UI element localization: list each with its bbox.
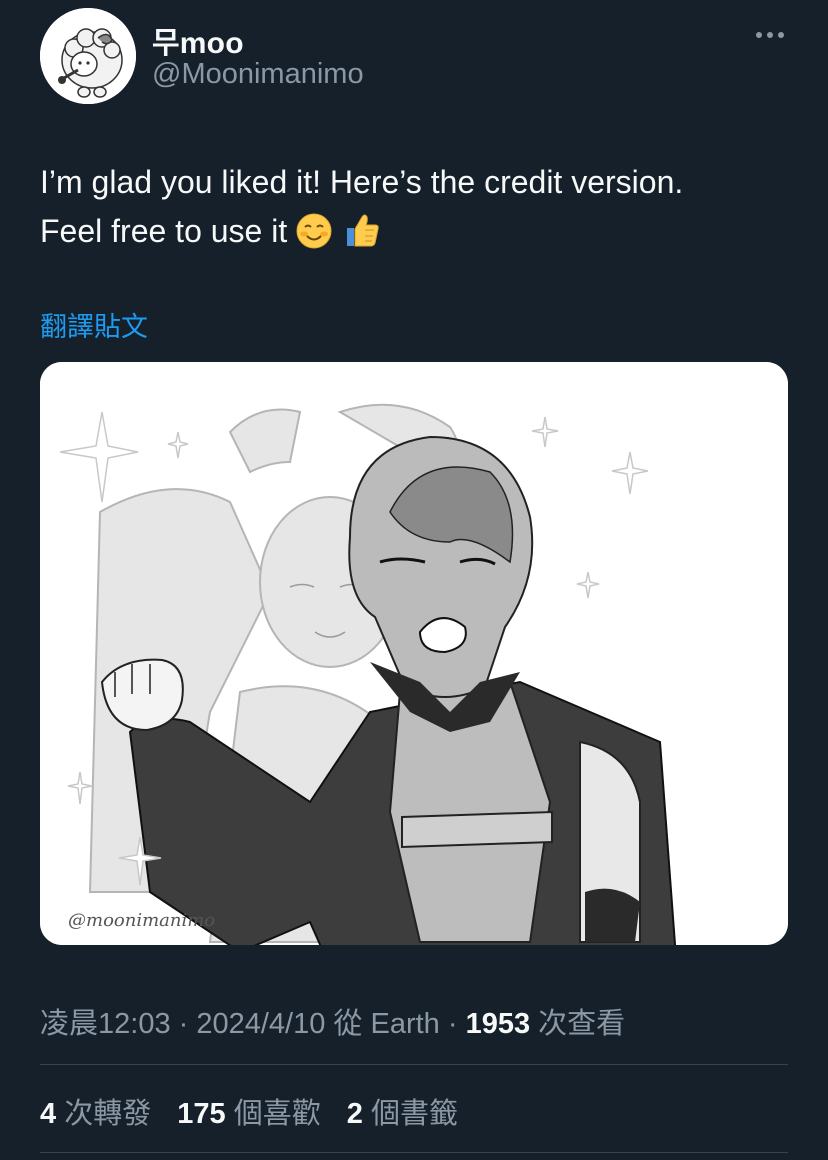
divider (40, 1152, 788, 1153)
likes-stat[interactable]: 175 個喜歡 (177, 1098, 320, 1130)
more-options-button[interactable] (750, 20, 790, 50)
author-handle[interactable]: @Moonimanimo (152, 58, 364, 91)
tweet-line-2-text: Feel free to use it (40, 213, 288, 249)
tweet-source: 從 Earth (325, 1008, 440, 1040)
retweets-label: 次轉發 (56, 1098, 152, 1130)
bookmarks-stat[interactable]: 2 個書籤 (347, 1098, 458, 1130)
author-display-name[interactable]: 무moo (152, 18, 244, 62)
illustration (40, 362, 788, 945)
tweet-meta: 凌晨12:03 · 2024/4/10 從 Earth · 1953 次查看 (40, 1000, 625, 1042)
views-label: 次查看 (530, 1008, 626, 1040)
likes-label: 個喜歡 (225, 1098, 321, 1130)
retweets-stat[interactable]: 4 次轉發 (40, 1098, 151, 1130)
image-watermark: @moonimanimo (68, 910, 216, 931)
tweet-line-2: Feel free to use it (40, 207, 800, 264)
meta-separator: · (439, 1008, 466, 1040)
tweet-time[interactable]: 凌晨12:03 (40, 1008, 171, 1040)
thumbs-up-icon (341, 210, 381, 264)
tweet-date[interactable]: 2024/4/10 (196, 1008, 325, 1040)
tweet-text: I’m glad you liked it! Here’s the credit… (40, 158, 800, 264)
bookmarks-label: 個書籤 (362, 1098, 458, 1130)
divider (40, 1064, 788, 1065)
smiling-face-icon (295, 212, 333, 264)
author-avatar[interactable] (40, 8, 136, 104)
tweet-image[interactable]: @moonimanimo (40, 362, 788, 945)
translate-post-link[interactable]: 翻譯貼文 (40, 305, 148, 344)
retweets-count: 4 (40, 1098, 57, 1130)
tweet-stats: 4 次轉發 175 個喜歡 2 個書籤 (40, 1090, 476, 1132)
likes-count: 175 (177, 1098, 226, 1130)
sheep-avatar-icon (40, 8, 136, 104)
meta-separator: · (170, 1008, 197, 1040)
more-options-icon (756, 32, 784, 38)
views-count: 1953 (465, 1008, 531, 1040)
tweet-line-1: I’m glad you liked it! Here’s the credit… (40, 164, 684, 200)
bookmarks-count: 2 (346, 1098, 363, 1130)
